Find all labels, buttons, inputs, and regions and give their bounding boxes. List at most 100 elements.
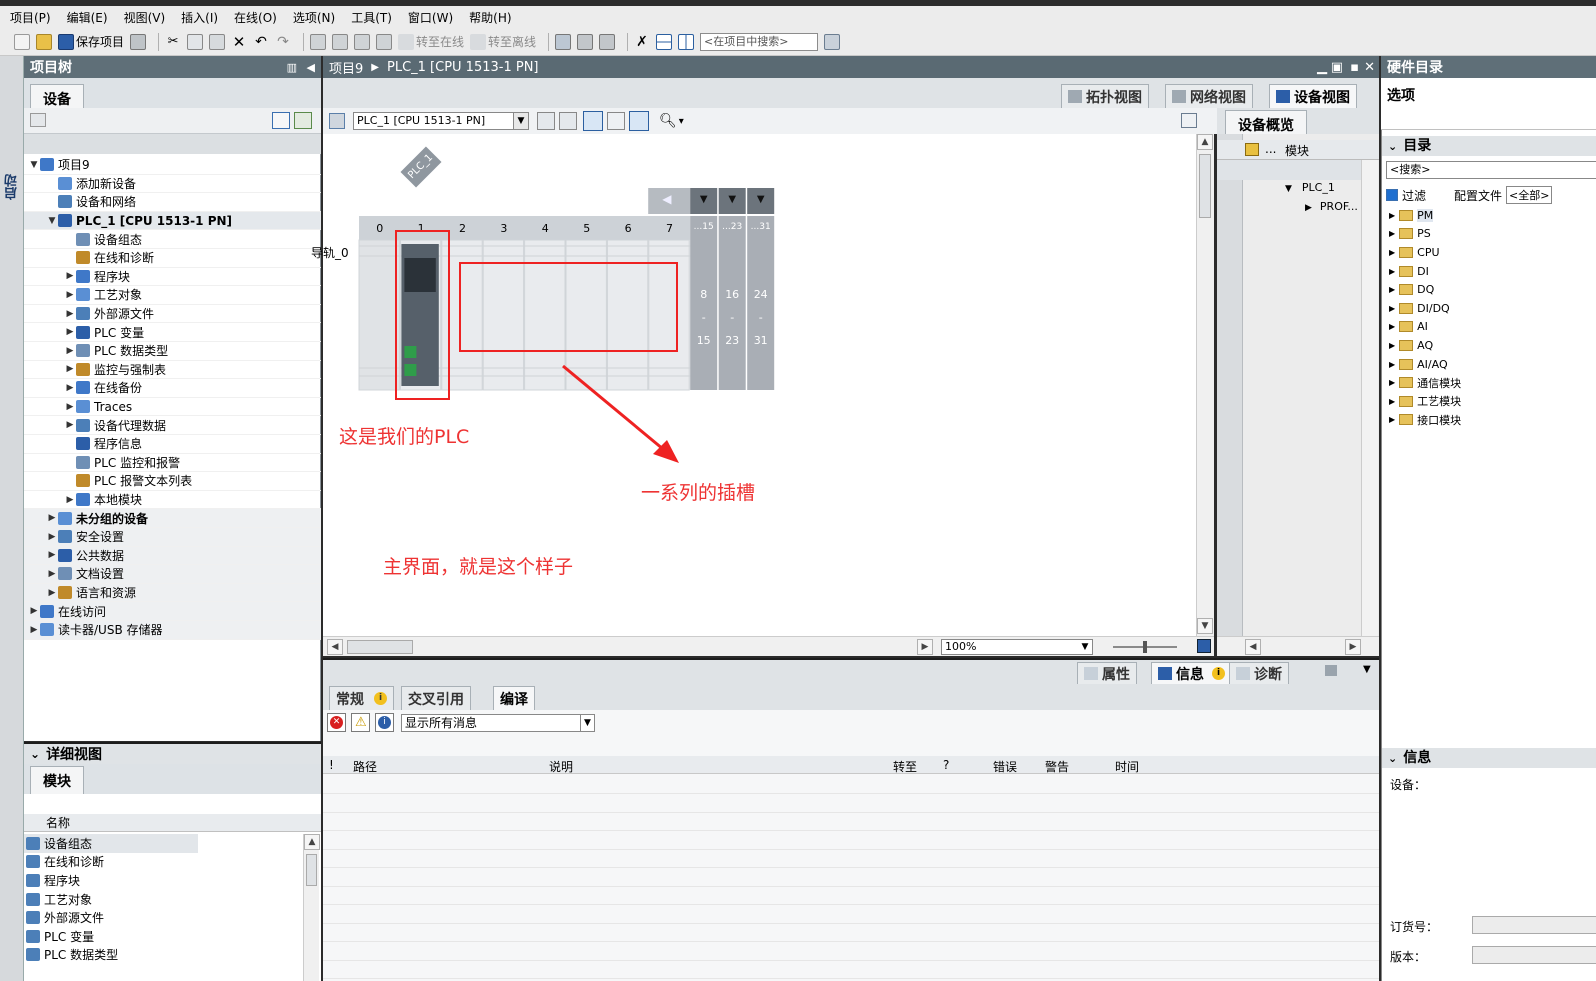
tab-device-view[interactable]: 设备视图 [1269,84,1357,108]
paste-button[interactable] [209,33,226,50]
go-offline-button[interactable]: 转至离线 [470,33,536,50]
cross-tool-button[interactable]: ✗ [634,34,650,50]
expand-arrow-icon[interactable]: ▶ [1389,322,1395,331]
menu-tools[interactable]: 工具(T) [351,9,392,26]
scroll-right-arrow-icon[interactable]: ▶ [917,639,933,655]
collapse-section-icon[interactable]: ⌄ [1388,140,1397,153]
tree-item[interactable]: ▶ 语言和资源 [24,583,321,603]
scroll-up-arrow-icon[interactable]: ▲ [1197,134,1213,150]
tree-sync-icon[interactable] [294,112,312,129]
expand-arrow-icon[interactable]: ▶ [64,290,76,300]
menu-project[interactable]: 项目(P) [10,9,51,26]
menu-window[interactable]: 窗口(W) [408,9,453,26]
expand-arrow-icon[interactable]: ▶ [1389,378,1395,387]
slot-group-column[interactable] [690,216,718,390]
expand-arrow-icon[interactable]: ▶ [1389,211,1395,220]
scroll-thumb[interactable] [306,854,317,886]
scroll-right-arrow-icon[interactable]: ▶ [1345,639,1361,655]
window-float-icon[interactable]: ▪ [1350,60,1359,75]
col-severity[interactable]: ! [329,758,334,772]
menu-view[interactable]: 视图(V) [124,9,166,26]
tab-compile[interactable]: 编译 [493,686,535,710]
scroll-up-arrow-icon[interactable]: ▲ [304,834,320,850]
cut-button[interactable]: ✂ [165,34,181,50]
show-module-labels-icon[interactable] [583,111,603,131]
tab-info[interactable]: 信息 i [1151,662,1232,684]
menu-online[interactable]: 在线(O) [234,9,277,26]
zoom-slider[interactable] [1113,641,1177,653]
start-portal-label[interactable]: 启动 [3,174,22,200]
overview-col-module[interactable]: 模块 [1285,142,1309,159]
group-expand-arrow-icon[interactable]: ▼ [690,194,717,205]
tab-general[interactable]: 常规 i [329,686,394,710]
chevron-down-icon[interactable]: ▼ [1078,640,1092,654]
split-horizontal-button[interactable] [656,33,673,50]
save-project-button[interactable]: 保存项目 [58,33,124,50]
tree-item[interactable]: ▶ 在线备份 [24,379,321,398]
menu-options[interactable]: 选项(N) [293,9,335,26]
tab-cross-reference[interactable]: 交叉引用 [401,686,471,710]
expand-arrow-icon[interactable]: ▶ [64,402,76,412]
fit-view-icon[interactable] [1197,639,1211,653]
chevron-down-icon[interactable]: ▼ [513,113,528,129]
scroll-left-arrow-icon[interactable]: ◀ [1245,639,1261,655]
device-view-canvas[interactable]: PLC_1 导轨_0 01234567 ◀ ▼ ...15 8-15 ▼ ...23 16-… [311,134,1196,636]
expand-arrow-icon[interactable]: ▶ [46,550,58,560]
catalog-item[interactable]: ▶ DQ [1389,280,1434,299]
catalog-item[interactable]: ▶ 接口模块 [1389,411,1461,430]
detail-list-item[interactable]: 在线和诊断 [24,853,304,872]
group-expand-arrow-icon[interactable]: ▼ [719,194,746,205]
expand-arrow-icon[interactable]: ▶ [1389,285,1395,294]
tree-item[interactable]: ▶ 工艺对象 [24,286,321,305]
open-project-button[interactable] [36,33,52,50]
profile-select[interactable]: <全部> [1506,186,1553,204]
menu-insert[interactable]: 插入(I) [181,9,218,26]
undo-button[interactable]: ↶ [253,34,269,50]
tree-item[interactable]: ▶ 公共数据 [24,546,321,566]
hscroll-thumb[interactable] [347,640,413,654]
detail-view-header[interactable]: ⌄ 详细视图 [24,742,321,764]
tree-item[interactable]: ▶ 设备代理数据 [24,416,321,435]
expand-arrow-icon[interactable]: ▶ [1389,304,1395,313]
expand-arrow-icon[interactable]: ▶ [64,383,76,393]
tab-diagnostics[interactable]: 诊断 [1229,662,1289,684]
expand-arrow-icon[interactable]: ▶ [1305,203,1312,213]
window-close-icon[interactable]: ✕ [1364,60,1375,75]
upload-button[interactable] [354,33,371,50]
tree-item[interactable]: ▼ 项目9 [24,156,321,175]
expand-arrow-icon[interactable]: ▶ [1389,267,1395,276]
overview-vscroll[interactable] [1361,160,1378,636]
expand-arrow-icon[interactable]: ▼ [46,216,58,226]
tree-item[interactable]: ▶ Traces [24,398,321,417]
error-filter-button[interactable]: ✕ [327,713,346,732]
collapse-overview-icon[interactable] [1181,113,1197,128]
tab-modules[interactable]: 模块 [30,766,84,795]
tree-item[interactable]: PLC 报警文本列表 [24,472,321,491]
tree-item[interactable]: ▶ 未分组的设备 [24,509,321,528]
slot-group-column[interactable] [747,216,775,390]
canvas-vscroll[interactable]: ▲ ▼ [1196,134,1214,636]
expand-arrow-icon[interactable]: ▶ [1389,341,1395,350]
overview-row-plc[interactable]: ▼ PLC_1 [1285,181,1335,194]
scroll-left-arrow-icon[interactable]: ◀ [327,639,343,655]
catalog-item[interactable]: ▶ AI [1389,318,1428,337]
expand-arrow-icon[interactable]: ▶ [64,495,76,505]
expand-arrow-icon[interactable]: ▶ [64,420,76,430]
catalog-item[interactable]: ▶ AQ [1389,336,1433,355]
col-errors[interactable]: 错误 [993,758,1017,775]
detail-list-item[interactable]: 外部源文件 [24,908,304,927]
detail-list-item[interactable]: 程序块 [24,871,304,890]
simulation-button[interactable] [376,33,393,50]
menu-edit[interactable]: 编辑(E) [67,9,108,26]
col-time[interactable]: 时间 [1115,758,1139,775]
detail-view-collapse-icon[interactable]: ⌄ [30,747,40,761]
detail-list-item[interactable]: 工艺对象 [24,890,304,909]
chevron-down-icon[interactable]: ▼ [580,715,594,731]
expand-arrow-icon[interactable]: ▶ [1389,229,1395,238]
tree-view-icon[interactable]: ▥ [287,61,297,74]
tree-item[interactable]: 添加新设备 [24,175,321,194]
tree-item[interactable]: ▶ PLC 变量 [24,323,321,342]
catalog-item[interactable]: ▶ CPU [1389,243,1440,262]
expand-arrow-icon[interactable]: ▶ [46,513,58,523]
device-select[interactable]: PLC_1 [CPU 1513-1 PN] ▼ [353,112,529,130]
